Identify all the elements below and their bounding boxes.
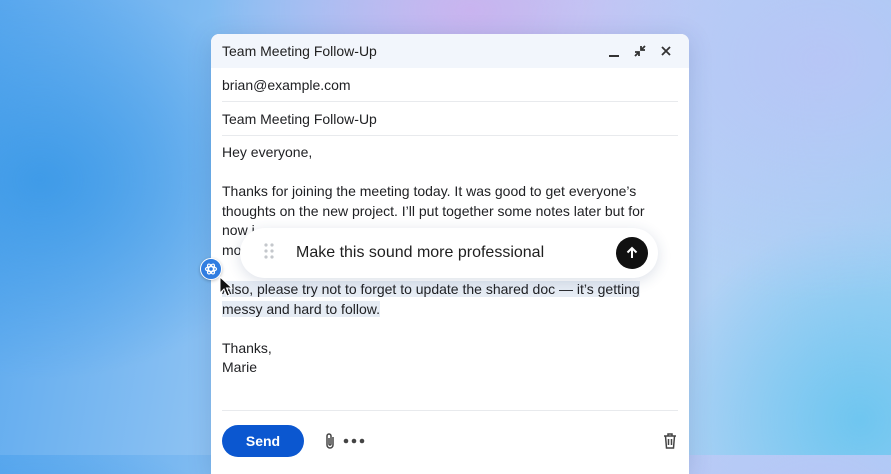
selected-text: Also, please try not to forget to update…	[222, 280, 640, 317]
paragraph-1-line-4: mo	[222, 241, 242, 258]
attach-icon[interactable]	[324, 432, 336, 455]
greeting: Hey everyone,	[222, 144, 313, 160]
minimize-icon[interactable]	[603, 40, 625, 62]
ai-prompt-input[interactable]: Make this sound more professional	[296, 244, 616, 262]
paragraph-1-visible: Thanks for joining the meeting today. It…	[222, 183, 645, 219]
trash-icon[interactable]	[662, 432, 678, 455]
close-icon[interactable]	[655, 40, 677, 62]
more-options-icon[interactable]	[343, 432, 365, 450]
to-field[interactable]: brian@example.com	[222, 68, 678, 102]
exit-fullscreen-icon[interactable]	[629, 40, 651, 62]
compose-title: Team Meeting Follow-Up	[222, 43, 377, 59]
send-button[interactable]: Send	[222, 425, 304, 457]
mouse-cursor-icon	[219, 275, 234, 303]
signature: Marie	[222, 359, 258, 376]
send-arrow-icon[interactable]	[616, 237, 648, 269]
drag-handle-icon[interactable]	[264, 242, 274, 264]
compose-titlebar[interactable]: Team Meeting Follow-Up	[211, 34, 689, 68]
footer-divider	[222, 410, 678, 411]
ai-prompt-bar[interactable]: Make this sound more professional	[240, 228, 658, 278]
subject-field[interactable]: Team Meeting Follow-Up	[222, 102, 678, 136]
signoff: Thanks,	[222, 339, 272, 356]
paragraph-2: Also, please try not to forget to update…	[222, 280, 662, 319]
